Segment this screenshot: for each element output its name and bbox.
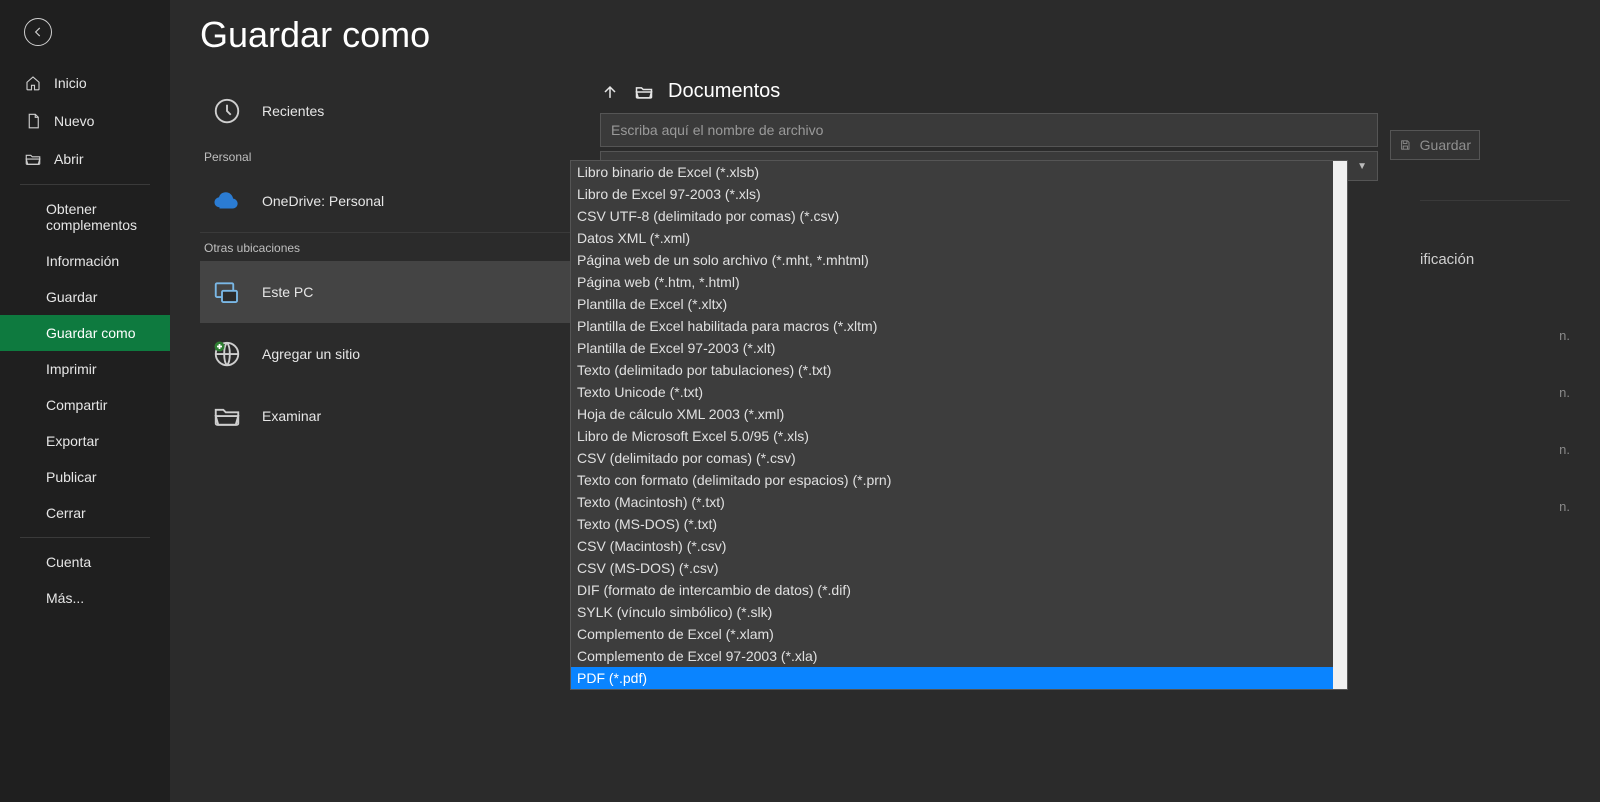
sidebar-item-label: Imprimir (46, 361, 97, 377)
sidebar-item-cerrar[interactable]: Cerrar (0, 495, 170, 531)
chevron-down-icon: ▼ (1357, 161, 1367, 172)
dropdown-scrollbar[interactable] (1333, 161, 1347, 689)
back-button[interactable] (24, 18, 52, 46)
open-folder-icon (210, 399, 244, 433)
format-option[interactable]: DIF (formato de intercambio de datos) (*… (571, 579, 1333, 601)
save-icon (1399, 137, 1412, 153)
location-label: Recientes (262, 103, 324, 119)
home-icon (24, 74, 42, 92)
nav-separator (20, 537, 150, 538)
format-option[interactable]: Texto (MS-DOS) (*.txt) (571, 513, 1333, 535)
format-option[interactable]: Hoja de cálculo XML 2003 (*.xml) (571, 403, 1333, 425)
sidebar-item-label: Publicar (46, 469, 97, 485)
location-onedrive[interactable]: OneDrive: Personal (200, 170, 570, 232)
sidebar-item-label: Compartir (46, 397, 107, 413)
location-label: OneDrive: Personal (262, 193, 384, 209)
locations-section-header: Otras ubicaciones (200, 232, 570, 261)
background-cell: n. (1420, 328, 1570, 343)
format-option[interactable]: PDF (*.pdf) (571, 667, 1333, 689)
sidebar-item-nuevo[interactable]: Nuevo (0, 102, 170, 140)
format-option[interactable]: Página web de un solo archivo (*.mht, *.… (571, 249, 1333, 271)
sidebar-item-label: Inicio (54, 75, 87, 91)
format-option[interactable]: SYLK (vínculo simbólico) (*.slk) (571, 601, 1333, 623)
sidebar-item-label: Nuevo (54, 113, 94, 129)
up-arrow-icon[interactable] (600, 82, 620, 102)
sidebar-item-inicio[interactable]: Inicio (0, 64, 170, 102)
sidebar-item-label: Guardar como (46, 325, 135, 341)
open-folder-icon[interactable] (634, 82, 654, 102)
this-pc-icon (210, 275, 244, 309)
format-option[interactable]: Plantilla de Excel habilitada para macro… (571, 315, 1333, 337)
sidebar-item-cuenta[interactable]: Cuenta (0, 544, 170, 580)
locations-section-header: Personal (200, 142, 570, 170)
sidebar-item-publicar[interactable]: Publicar (0, 459, 170, 495)
location-browse[interactable]: Examinar (200, 385, 570, 447)
format-option[interactable]: CSV (delimitado por comas) (*.csv) (571, 447, 1333, 469)
nav-separator (20, 184, 150, 185)
file-icon (24, 112, 42, 130)
location-label: Agregar un sitio (262, 346, 360, 362)
format-option[interactable]: Plantilla de Excel (*.xltx) (571, 293, 1333, 315)
format-option[interactable]: Texto (Macintosh) (*.txt) (571, 491, 1333, 513)
save-button-label: Guardar (1420, 137, 1471, 153)
format-option[interactable]: CSV UTF-8 (delimitado por comas) (*.csv) (571, 205, 1333, 227)
filename-input[interactable] (600, 113, 1378, 147)
format-option[interactable]: CSV (Macintosh) (*.csv) (571, 535, 1333, 557)
sidebar-item-label: Exportar (46, 433, 99, 449)
location-this-pc[interactable]: Este PC (200, 261, 570, 323)
location-add-site[interactable]: Agregar un sitio (200, 323, 570, 385)
main-panel: Guardar como Recientes Personal OneDrive… (170, 0, 1600, 802)
format-option[interactable]: CSV (MS-DOS) (*.csv) (571, 557, 1333, 579)
format-option[interactable]: Complemento de Excel 97-2003 (*.xla) (571, 645, 1333, 667)
sidebar-item-label: Abrir (54, 151, 84, 167)
arrow-left-icon (31, 25, 45, 39)
open-folder-icon (24, 150, 42, 168)
location-label: Este PC (262, 284, 313, 300)
background-column-header: ificación (1420, 251, 1570, 268)
sidebar-item-abrir[interactable]: Abrir (0, 140, 170, 178)
format-option[interactable]: Plantilla de Excel 97-2003 (*.xlt) (571, 337, 1333, 359)
cloud-icon (210, 184, 244, 218)
sidebar-item-label: Más... (46, 590, 84, 606)
format-option[interactable]: Texto Unicode (*.txt) (571, 381, 1333, 403)
format-option[interactable]: Texto (delimitado por tabulaciones) (*.t… (571, 359, 1333, 381)
sidebar-item-guardar-como[interactable]: Guardar como (0, 315, 170, 351)
format-option[interactable]: Libro de Excel 97-2003 (*.xls) (571, 183, 1333, 205)
sidebar-item-mas[interactable]: Más... (0, 580, 170, 616)
format-option[interactable]: Complemento de Excel (*.xlam) (571, 623, 1333, 645)
sidebar-item-guardar[interactable]: Guardar (0, 279, 170, 315)
sidebar-item-informacion[interactable]: Información (0, 243, 170, 279)
sidebar-item-exportar[interactable]: Exportar (0, 423, 170, 459)
sidebar-item-imprimir[interactable]: Imprimir (0, 351, 170, 387)
locations-column: Recientes Personal OneDrive: Personal Ot… (200, 80, 570, 447)
breadcrumb: Documentos (600, 80, 1570, 103)
sidebar-item-label: Obtenercomplementos (46, 201, 137, 233)
location-recent[interactable]: Recientes (200, 80, 570, 142)
format-option[interactable]: Página web (*.htm, *.html) (571, 271, 1333, 293)
sidebar-item-compartir[interactable]: Compartir (0, 387, 170, 423)
sidebar-item-label: Información (46, 253, 119, 269)
breadcrumb-folder[interactable]: Documentos (668, 80, 780, 103)
clock-icon (210, 94, 244, 128)
file-format-dropdown: Libro binario de Excel (*.xlsb)Libro de … (570, 160, 1348, 690)
format-option[interactable]: Texto con formato (delimitado por espaci… (571, 469, 1333, 491)
save-button[interactable]: Guardar (1390, 130, 1480, 160)
format-option[interactable]: Libro binario de Excel (*.xlsb) (571, 161, 1333, 183)
format-option[interactable]: Datos XML (*.xml) (571, 227, 1333, 249)
format-option[interactable]: Libro de Microsoft Excel 5.0/95 (*.xls) (571, 425, 1333, 447)
sidebar-item-complementos[interactable]: Obtenercomplementos (0, 191, 170, 243)
globe-plus-icon (210, 337, 244, 371)
location-label: Examinar (262, 408, 321, 424)
sidebar-item-label: Cerrar (46, 505, 86, 521)
sidebar-item-label: Guardar (46, 289, 97, 305)
background-column: ificación n. n. n. n. (1420, 200, 1570, 556)
backstage-sidebar: Inicio Nuevo Abrir Obtenercomplementos Info… (0, 0, 170, 802)
background-cell: n. (1420, 442, 1570, 457)
background-cell: n. (1420, 499, 1570, 514)
sidebar-item-label: Cuenta (46, 554, 91, 570)
page-title: Guardar como (200, 14, 1570, 56)
background-cell: n. (1420, 385, 1570, 400)
